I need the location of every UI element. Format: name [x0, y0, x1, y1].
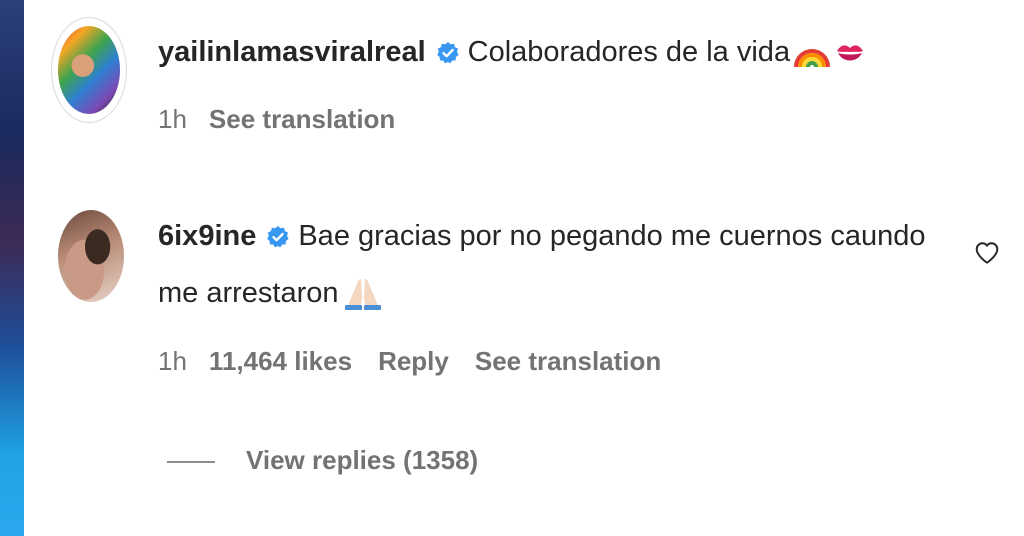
comment-meta: 1h See translation [158, 104, 421, 135]
comment-text: me arrestaron [158, 276, 339, 309]
verified-badge-icon [436, 41, 459, 63]
comment-header: 6ix9ine Bae gracias por no pegando me cu… [158, 220, 926, 253]
background-image-strip [0, 0, 24, 536]
comment-text: Bae gracias por no pegando me cuernos ca… [298, 220, 926, 252]
likes-count-link[interactable]: 11,464 likes [209, 346, 352, 377]
kiss-mark-emoji [837, 44, 864, 60]
comment-text-continued: me arrestaron [158, 276, 383, 310]
like-heart-icon[interactable] [974, 240, 1000, 266]
comment-header: yailinlamasviralreal Colaboradores de la… [158, 36, 866, 69]
username[interactable]: yailinlamasviralreal [158, 36, 426, 69]
timestamp: 1h [158, 104, 187, 134]
avatar[interactable] [52, 18, 126, 122]
verified-badge-icon [267, 225, 289, 247]
avatar[interactable] [58, 210, 124, 302]
timestamp: 1h [158, 346, 187, 376]
rainbow-emoji [794, 48, 831, 67]
username[interactable]: 6ix9ine [158, 220, 256, 253]
reply-button[interactable]: Reply [378, 346, 449, 377]
comment-text: Colaboradores de la vida [467, 36, 791, 68]
see-translation-link[interactable]: See translation [209, 104, 395, 135]
view-replies-button[interactable]: View replies (1358) [246, 445, 478, 476]
replies-divider [167, 461, 215, 463]
comment-meta: 1h 11,464 likes Reply See translation [158, 346, 687, 377]
avatar-image [58, 26, 120, 114]
see-translation-link[interactable]: See translation [475, 346, 661, 377]
folded-hands-emoji [344, 279, 381, 310]
